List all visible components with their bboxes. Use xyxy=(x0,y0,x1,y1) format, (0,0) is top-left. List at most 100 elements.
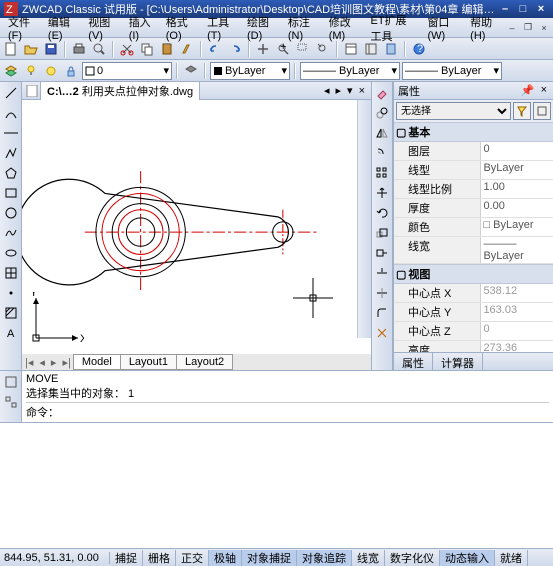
prop-value[interactable]: ——— ByLayer xyxy=(481,237,553,263)
zoom-previous-button[interactable] xyxy=(314,40,332,58)
rectangle-tool[interactable] xyxy=(2,184,20,202)
command-prompt[interactable]: 命令： xyxy=(26,402,549,420)
prop-value[interactable]: □ ByLayer xyxy=(481,218,553,236)
prop-value[interactable]: 0 xyxy=(481,322,553,340)
copy-obj-tool[interactable] xyxy=(373,104,391,122)
prop-value[interactable]: 163.03 xyxy=(481,303,553,321)
menu-draw[interactable]: 绘图(D) xyxy=(241,12,282,44)
collapse-icon[interactable]: ▢ xyxy=(396,126,406,139)
status-otrack[interactable]: 对象追踪 xyxy=(297,550,352,566)
menu-file[interactable]: 文件(F) xyxy=(2,12,42,44)
status-coordinates[interactable]: 844.95, 51.31, 0.00 xyxy=(0,552,110,564)
new-button[interactable] xyxy=(2,40,20,58)
menu-modify[interactable]: 修改(M) xyxy=(323,12,365,44)
prop-value[interactable]: 0.00 xyxy=(481,199,553,217)
collapse-icon[interactable]: ▢ xyxy=(396,268,406,281)
block-tool[interactable] xyxy=(2,264,20,282)
layer-manager-button[interactable] xyxy=(2,62,20,80)
open-button[interactable] xyxy=(22,40,40,58)
preview-button[interactable] xyxy=(90,40,108,58)
menu-help[interactable]: 帮助(H) xyxy=(464,12,505,44)
quickselect-button[interactable] xyxy=(513,102,531,120)
menu-dimension[interactable]: 标注(N) xyxy=(282,12,323,44)
tab-dropdown-icon[interactable]: ▾ xyxy=(345,84,355,97)
close-button[interactable]: × xyxy=(533,2,549,16)
offset-tool[interactable] xyxy=(373,144,391,162)
text-tool[interactable]: A xyxy=(2,324,20,342)
layer-combo[interactable]: 0 ▾ xyxy=(82,62,172,80)
prop-value[interactable]: ByLayer xyxy=(481,161,553,179)
vertical-scrollbar[interactable] xyxy=(357,100,371,338)
point-tool[interactable] xyxy=(2,284,20,302)
paste-button[interactable] xyxy=(158,40,176,58)
zoom-realtime-button[interactable]: + xyxy=(274,40,292,58)
scale-tool[interactable] xyxy=(373,224,391,242)
pan-button[interactable] xyxy=(254,40,272,58)
cut-button[interactable] xyxy=(118,40,136,58)
help-button[interactable]: ? xyxy=(410,40,428,58)
cmd-tool-1[interactable] xyxy=(2,373,20,391)
trim-tool[interactable] xyxy=(373,264,391,282)
status-polar[interactable]: 极轴 xyxy=(209,550,242,566)
menu-format[interactable]: 格式(O) xyxy=(160,12,201,44)
menu-view[interactable]: 视图(V) xyxy=(82,12,122,44)
status-ortho[interactable]: 正交 xyxy=(176,550,209,566)
copy-button[interactable] xyxy=(138,40,156,58)
polyline-tool[interactable] xyxy=(2,144,20,162)
toolpalettes-button[interactable] xyxy=(382,40,400,58)
spline-tool[interactable] xyxy=(2,224,20,242)
arc-tool[interactable] xyxy=(2,104,20,122)
circle-tool[interactable] xyxy=(2,204,20,222)
extend-tool[interactable] xyxy=(373,284,391,302)
maximize-button[interactable]: □ xyxy=(515,2,531,16)
lock-icon[interactable] xyxy=(62,62,80,80)
freeze-icon[interactable] xyxy=(42,62,60,80)
move-tool[interactable] xyxy=(373,184,391,202)
print-button[interactable] xyxy=(70,40,88,58)
status-lwt[interactable]: 线宽 xyxy=(352,550,385,566)
menu-edit[interactable]: 编辑(E) xyxy=(42,12,82,44)
command-history[interactable]: MOVE 选择集当中的对象： 1 命令： xyxy=(22,371,553,422)
status-snap[interactable]: 捕捉 xyxy=(110,550,143,566)
doc-close-button[interactable]: × xyxy=(537,21,551,35)
prop-value[interactable]: 273.36 xyxy=(481,341,553,352)
tab-close-icon[interactable]: × xyxy=(357,85,367,97)
menu-window[interactable]: 窗口(W) xyxy=(421,12,464,44)
match-button[interactable] xyxy=(178,40,196,58)
props-close-icon[interactable]: × xyxy=(539,84,549,97)
model-tab[interactable]: Model xyxy=(73,354,121,370)
tab-nav-last[interactable]: ▸| xyxy=(59,356,73,369)
doc-tab[interactable]: C:\…2 利用夹点拉伸对象.dwg xyxy=(40,81,200,100)
pickadd-button[interactable] xyxy=(533,102,551,120)
tab-nav-next[interactable]: ▸ xyxy=(48,356,60,369)
color-combo[interactable]: ByLayer ▾ xyxy=(210,62,290,80)
linetype-combo[interactable]: ——— ByLayer▾ xyxy=(300,62,400,80)
status-osnap[interactable]: 对象捕捉 xyxy=(242,550,297,566)
drawing-canvas[interactable]: X Y xyxy=(22,100,371,354)
menu-insert[interactable]: 插入(I) xyxy=(123,12,160,44)
rotate-tool[interactable] xyxy=(373,204,391,222)
redo-button[interactable] xyxy=(226,40,244,58)
designcenter-button[interactable] xyxy=(362,40,380,58)
polygon-tool[interactable] xyxy=(2,164,20,182)
array-tool[interactable] xyxy=(373,164,391,182)
xline-tool[interactable] xyxy=(2,124,20,142)
layout2-tab[interactable]: Layout2 xyxy=(176,354,233,370)
line-tool[interactable] xyxy=(2,84,20,102)
fillet-tool[interactable] xyxy=(373,304,391,322)
erase-tool[interactable] xyxy=(373,84,391,102)
selection-combo[interactable]: 无选择 xyxy=(396,102,511,120)
status-tablet[interactable]: 数字化仪 xyxy=(385,550,440,566)
ellipse-tool[interactable] xyxy=(2,244,20,262)
save-button[interactable] xyxy=(42,40,60,58)
properties-button[interactable] xyxy=(342,40,360,58)
doc-restore-button[interactable]: ❐ xyxy=(521,21,535,35)
tab-nav-first[interactable]: |◂ xyxy=(22,356,36,369)
props-tab-properties[interactable]: 属性 xyxy=(394,353,433,370)
lightbulb-icon[interactable] xyxy=(22,62,40,80)
layer-prev-button[interactable] xyxy=(182,62,200,80)
layout1-tab[interactable]: Layout1 xyxy=(120,354,177,370)
tab-prev-icon[interactable]: ◂ xyxy=(322,84,332,97)
props-pin-icon[interactable]: 📌 xyxy=(519,84,537,97)
hatch-tool[interactable] xyxy=(2,304,20,322)
